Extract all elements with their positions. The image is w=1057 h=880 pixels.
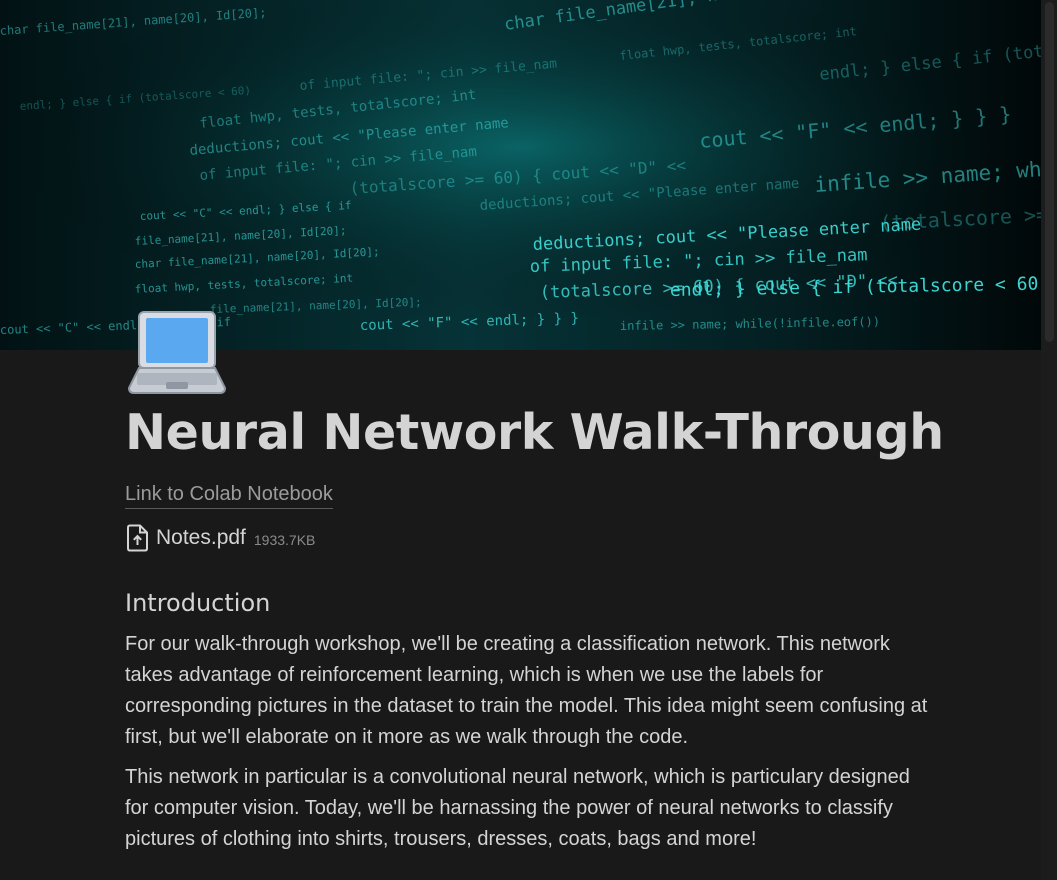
scrollbar[interactable]	[1041, 0, 1057, 880]
intro-paragraph-2: This network in particular is a convolut…	[125, 766, 910, 850]
file-attachment[interactable]: Notes.pdf 1933.7KB	[125, 522, 315, 554]
laptop-icon[interactable]	[127, 310, 227, 396]
file-size: 1933.7KB	[253, 531, 316, 548]
file-name[interactable]: Notes.pdf	[156, 526, 246, 550]
colab-notebook-link[interactable]: Link to Colab Notebook	[125, 480, 333, 509]
page-title[interactable]: Neural Network Walk-Through	[125, 398, 944, 468]
code-background-illustration: char file_name[21], name[20], Id[20];flo…	[0, 0, 1041, 350]
file-upload-icon	[127, 524, 148, 552]
cover-image[interactable]: char file_name[21], name[20], Id[20];flo…	[0, 0, 1041, 350]
scrollbar-thumb[interactable]	[1045, 2, 1054, 342]
introduction-heading: Introduction	[125, 589, 271, 617]
intro-paragraph-1: For our walk-through workshop, we'll be …	[125, 633, 928, 748]
